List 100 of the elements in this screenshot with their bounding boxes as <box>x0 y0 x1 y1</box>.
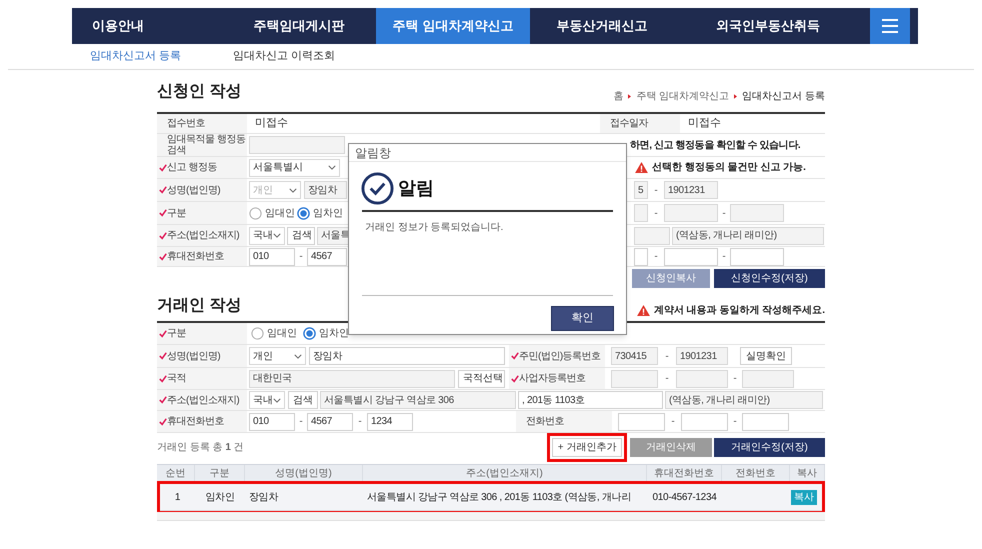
sub-nav-link[interactable]: 임대차신고서 등록 <box>90 48 182 65</box>
action-button[interactable]: 거래인수정(저장) <box>714 438 825 457</box>
input-field[interactable]: (역삼동, 개나리 래미안) <box>665 391 823 409</box>
check-circle-icon <box>361 172 394 204</box>
table-cell-text: 1 <box>174 490 182 504</box>
form-button[interactable]: 실명확인 <box>740 347 792 365</box>
field-label: 성명(법인명) <box>167 350 220 362</box>
sub-nav-link[interactable]: 임대차신고 이력조회 <box>233 48 336 65</box>
column-header: 순번 <box>157 465 195 481</box>
nav-tab[interactable]: 주택 임대차계약신고 <box>376 8 530 44</box>
column-header: 구분 <box>195 465 245 481</box>
radio-option[interactable]: 임차인 <box>303 326 353 341</box>
input-field[interactable] <box>742 370 794 388</box>
input-field[interactable] <box>618 412 665 430</box>
required-check-icon <box>159 374 167 382</box>
input-field[interactable]: 4567 <box>307 412 353 430</box>
input-field[interactable]: , 201동 1103호 <box>518 391 663 409</box>
breadcrumb-link[interactable]: 임대차신고서 등록 <box>742 89 825 104</box>
input-field[interactable] <box>730 248 784 266</box>
chevron-down-icon <box>273 233 281 238</box>
breadcrumb-arrow-icon <box>734 94 738 99</box>
field-label: 접수번호 <box>167 118 205 129</box>
required-check-icon <box>159 418 167 426</box>
input-field[interactable]: 1901231 <box>676 347 728 365</box>
form-button[interactable]: 검색 <box>288 391 318 409</box>
dash-separator: - <box>298 415 304 429</box>
radio-option[interactable]: 임차인 <box>297 206 345 220</box>
dropdown[interactable]: 서울특별시 <box>249 158 340 176</box>
breadcrumb-link[interactable]: 홈 <box>613 89 624 104</box>
dash-separator: - <box>664 350 670 364</box>
radio-option[interactable]: 임대인 <box>251 326 299 341</box>
input-field[interactable]: 010 <box>249 412 295 430</box>
input-field[interactable]: 1901231 <box>664 181 718 199</box>
input-field[interactable]: 1234 <box>367 412 413 430</box>
required-check-icon <box>511 352 519 360</box>
input-field[interactable] <box>634 226 670 244</box>
registered-count: 거래인 등록 총 1 건 <box>157 441 244 455</box>
nav-tab[interactable]: 외국인부동산취득 <box>674 8 862 44</box>
section-title: 거래인 작성 <box>157 296 242 316</box>
radio-option[interactable]: 임대인 <box>249 206 295 220</box>
input-field[interactable]: 010 <box>249 248 295 266</box>
required-check-icon <box>511 374 519 382</box>
required-check-icon <box>159 209 167 217</box>
chevron-down-icon <box>273 398 281 402</box>
column-header: 전화번호 <box>722 465 790 481</box>
field-label: 성명(법인명) <box>167 184 220 196</box>
nav-tab[interactable]: 주택임대게시판 <box>222 8 376 44</box>
input-field[interactable] <box>634 248 648 266</box>
input-field[interactable]: 장임차 <box>304 181 347 199</box>
field-label: 임대목적물 행정동 검색 <box>167 134 246 156</box>
input-field[interactable]: 730415 <box>611 347 658 365</box>
input-field[interactable] <box>681 412 728 430</box>
input-field[interactable]: (역삼동, 개나리 래미안) <box>672 226 824 244</box>
column-header: 주소(법인소재지) <box>363 465 647 481</box>
dropdown[interactable]: 국내 <box>249 391 285 409</box>
field-label: 구분 <box>167 208 186 218</box>
dash-separator: - <box>721 250 727 264</box>
input-field[interactable]: 대한민국 <box>249 370 455 388</box>
required-check-icon <box>159 164 167 172</box>
field-label: 사업자등록번호 <box>519 373 586 384</box>
dash-separator: - <box>653 184 659 198</box>
column-header: 성명(법인명) <box>245 465 363 481</box>
input-field[interactable] <box>676 370 728 388</box>
form-button[interactable]: 국적선택 <box>458 370 505 388</box>
form-button[interactable]: 검색 <box>287 226 315 244</box>
field-label: 주민(법인)등록번호 <box>519 350 601 362</box>
menu-icon <box>882 19 898 33</box>
table-cell-text: 장임차 <box>248 490 280 504</box>
menu-button[interactable] <box>870 8 910 44</box>
input-field[interactable]: 장임차 <box>309 347 505 365</box>
dash-separator: - <box>298 250 304 264</box>
nav-tab[interactable]: 부동산거래신고 <box>530 8 674 44</box>
input-field[interactable] <box>742 412 789 430</box>
action-button[interactable]: + 거래인추가 <box>552 438 622 457</box>
input-field[interactable] <box>611 370 658 388</box>
input-field[interactable]: 서울특별시 강남구 역삼로 306 <box>320 391 516 409</box>
required-check-icon <box>159 352 167 360</box>
confirm-button[interactable]: 확인 <box>551 306 614 331</box>
input-field[interactable] <box>664 204 718 222</box>
required-check-icon <box>159 396 167 404</box>
dash-separator: - <box>732 372 738 386</box>
dash-separator: - <box>721 206 727 220</box>
dialog-title: 알림창 <box>349 144 626 162</box>
input-field[interactable] <box>664 248 718 266</box>
required-check-icon <box>159 186 167 194</box>
input-field[interactable]: 4567 <box>307 248 347 266</box>
nav-tab[interactable]: 이용안내 <box>72 8 164 44</box>
input-field[interactable]: 5 <box>634 181 648 199</box>
field-label: 국적 <box>167 373 186 384</box>
dropdown[interactable]: 개인 <box>249 347 306 365</box>
breadcrumb-link[interactable]: 주택 임대차계약신고 <box>636 89 730 104</box>
warning-text: 계약서 내용과 동일하게 작성해주세요. <box>654 304 825 318</box>
input-field[interactable] <box>730 204 784 222</box>
breadcrumb-arrow-icon <box>628 94 632 99</box>
input-field[interactable] <box>634 204 648 222</box>
field-label: 주소(법인소재지) <box>167 230 240 241</box>
dropdown[interactable]: 국내 <box>249 226 285 244</box>
field-label: 구분 <box>167 328 186 339</box>
action-button[interactable]: 신청인수정(저장) <box>714 269 825 288</box>
input-field[interactable] <box>249 136 345 154</box>
